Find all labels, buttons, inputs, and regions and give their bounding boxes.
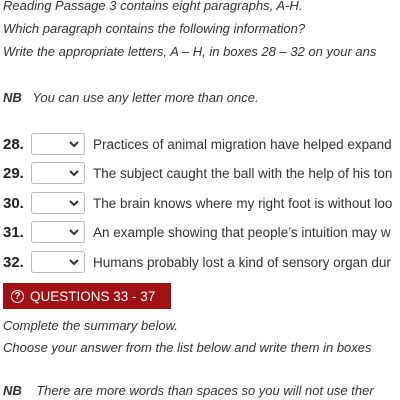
question-number: 28.: [3, 135, 24, 153]
question-text: Humans probably lost a kind of sensory o…: [93, 254, 391, 270]
nb-label: NB: [3, 383, 22, 398]
instruction-line-2: Which paragraph contains the following i…: [3, 21, 306, 36]
question-row-28: 28. Practices of animal migration have h…: [3, 132, 392, 156]
chevron-down-icon: [69, 140, 79, 147]
answer-select-29[interactable]: [31, 162, 85, 184]
question-text: The subject caught the ball with the hel…: [93, 165, 393, 181]
question-text: The brain knows where my right foot is w…: [93, 195, 393, 211]
question-row-29: 29. The subject caught the ball with the…: [3, 161, 392, 185]
nb-text: You can use any letter more than once.: [32, 90, 259, 105]
nb-label: NB: [3, 90, 22, 105]
nb-note: NB You can use any letter more than once…: [3, 90, 259, 105]
section-title: QUESTIONS 33 - 37: [30, 288, 156, 304]
section-header-questions-33-37[interactable]: ? QUESTIONS 33 - 37: [3, 283, 171, 309]
question-number: 29.: [3, 164, 24, 182]
answer-select-30[interactable]: [31, 192, 85, 214]
chevron-down-icon: [69, 169, 79, 176]
answer-select-31[interactable]: [31, 221, 85, 243]
summary-line-2: Choose your answer from the list below a…: [3, 340, 372, 355]
answer-select-28[interactable]: [31, 133, 85, 155]
question-number: 31.: [3, 223, 24, 241]
instruction-line-3: Write the appropriate letters, A – H, in…: [3, 44, 377, 59]
summary-nb-note: NB There are more words than spaces so y…: [3, 383, 374, 398]
question-number: 30.: [3, 194, 24, 212]
question-text: An example showing that people’s intuiti…: [93, 224, 391, 240]
nb-text: There are more words than spaces so you …: [36, 383, 374, 398]
answer-select-32[interactable]: [31, 251, 85, 273]
question-row-30: 30. The brain knows where my right foot …: [3, 191, 392, 215]
instruction-line-1: Reading Passage 3 contains eight paragra…: [3, 0, 303, 13]
chevron-down-icon: [69, 228, 79, 235]
summary-line-1: Complete the summary below.: [3, 318, 178, 333]
question-text: Practices of animal migration have helpe…: [93, 136, 392, 152]
question-row-32: 32. Humans probably lost a kind of senso…: [3, 250, 391, 274]
question-row-31: 31. An example showing that people’s int…: [3, 220, 391, 244]
question-number: 32.: [3, 253, 24, 271]
question-circle-icon: ?: [11, 289, 24, 303]
chevron-down-icon: [69, 199, 79, 206]
chevron-down-icon: [69, 258, 79, 265]
